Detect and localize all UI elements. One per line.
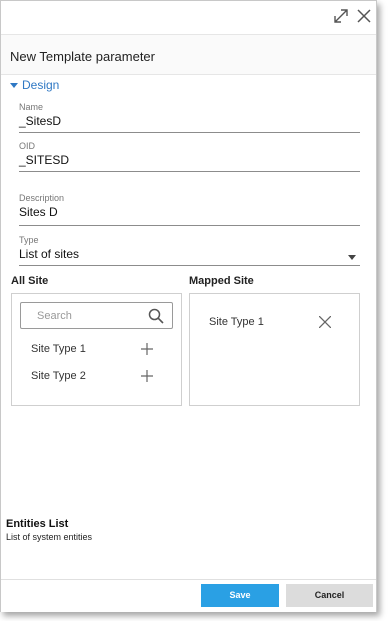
description-value[interactable]: Sites D — [19, 205, 360, 223]
name-value[interactable]: _SitesD — [19, 114, 360, 132]
all-site-list: Search Site Type 1 Site Type 2 — [11, 293, 182, 406]
add-site-1-plus-icon[interactable] — [141, 343, 153, 355]
search-icon[interactable] — [148, 308, 164, 324]
type-label: Type — [19, 235, 39, 245]
name-label: Name — [19, 102, 44, 112]
save-button[interactable]: Save — [201, 584, 279, 607]
cancel-button[interactable]: Cancel — [286, 584, 373, 607]
mapped-site-title: Mapped Site — [189, 275, 254, 287]
mapped-site-list: Site Type 1 — [189, 293, 360, 406]
oid-field[interactable]: OID _SITESD — [19, 141, 360, 172]
close-icon[interactable] — [354, 6, 374, 26]
entities-list-title: Entities List — [6, 518, 69, 530]
dialog-title: New Template parameter — [10, 49, 155, 64]
site-search-input[interactable]: Search — [20, 302, 173, 329]
description-field[interactable]: Description Sites D — [19, 193, 360, 226]
all-site-title: All Site — [11, 275, 49, 287]
name-field[interactable]: Name _SitesD — [19, 102, 360, 133]
entities-list-subtitle: List of system entities — [6, 532, 93, 542]
design-section-toggle[interactable]: Design — [10, 78, 59, 92]
description-label: Description — [19, 193, 65, 203]
all-site-item-label: Site Type 2 — [31, 370, 86, 382]
oid-label: OID — [19, 141, 36, 151]
caret-down-icon — [10, 82, 18, 88]
design-section-label: Design — [22, 78, 60, 92]
chevron-down-icon[interactable] — [348, 255, 356, 260]
type-select[interactable]: Type List of sites — [19, 235, 360, 266]
remove-site-1-close-icon[interactable] — [319, 316, 331, 328]
search-placeholder: Search — [37, 310, 72, 322]
dialog-topbar — [1, 1, 376, 34]
add-site-2-plus-icon[interactable] — [141, 370, 153, 382]
template-parameter-dialog: New Template parameter Design Name _Site… — [0, 0, 377, 612]
oid-value[interactable]: _SITESD — [19, 153, 360, 171]
all-site-item-label: Site Type 1 — [31, 343, 86, 355]
mapped-site-item-label: Site Type 1 — [209, 316, 264, 328]
type-value: List of sites — [19, 247, 80, 261]
dialog-footer: Save Cancel — [1, 579, 376, 612]
expand-icon[interactable] — [331, 6, 351, 26]
dialog-header: New Template parameter — [1, 34, 376, 75]
